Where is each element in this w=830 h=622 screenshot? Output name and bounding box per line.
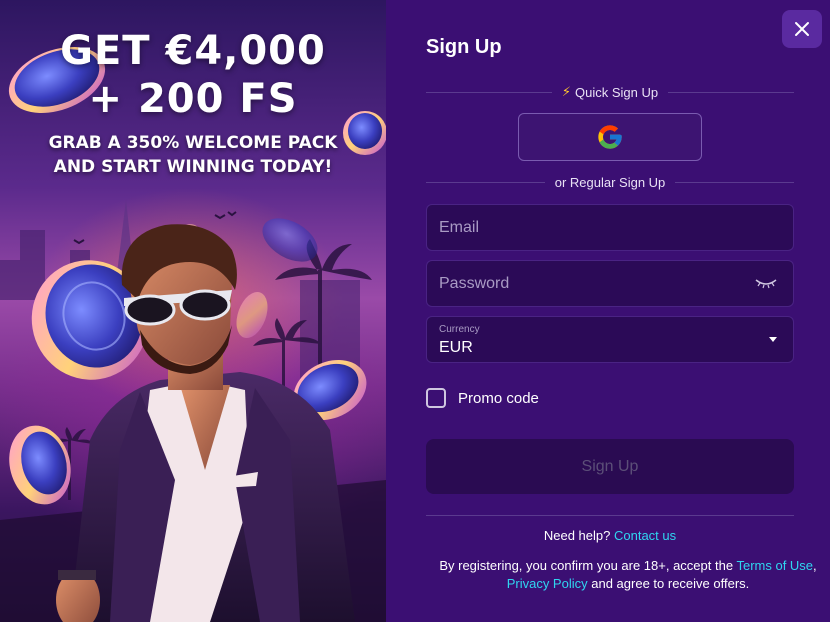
close-button[interactable] bbox=[782, 10, 822, 48]
privacy-policy-link[interactable]: Privacy Policy bbox=[507, 576, 588, 591]
close-icon bbox=[795, 22, 809, 36]
help-label: Need help? bbox=[543, 528, 611, 543]
password-field-container bbox=[426, 260, 794, 307]
promo-code-checkbox[interactable] bbox=[426, 388, 446, 408]
footer-divider bbox=[426, 515, 794, 516]
promo-code-label: Promo code bbox=[458, 389, 539, 407]
legal-suffix: and agree to receive offers. bbox=[591, 576, 750, 591]
password-field[interactable] bbox=[427, 261, 793, 306]
regular-signup-label: or Regular Sign Up bbox=[554, 174, 666, 190]
currency-label: Currency bbox=[439, 324, 480, 335]
email-field[interactable] bbox=[427, 205, 793, 250]
signup-submit-button[interactable]: Sign Up bbox=[426, 439, 794, 494]
promo-subline-2: AND START WINNING TODAY! bbox=[53, 157, 333, 177]
chevron-down-icon bbox=[769, 337, 777, 342]
eye-closed-icon[interactable] bbox=[755, 277, 777, 289]
contact-us-link[interactable]: Contact us bbox=[614, 528, 676, 543]
currency-value: EUR bbox=[439, 339, 473, 356]
google-icon bbox=[598, 125, 622, 149]
signup-title: Sign Up bbox=[426, 36, 502, 58]
quick-signup-divider: ⚡ Quick Sign Up bbox=[426, 82, 795, 102]
promo-headline-spins: + 200 FS bbox=[88, 76, 298, 122]
promo-subline-1: GRAB A 350% WELCOME PACK bbox=[48, 133, 338, 153]
promo-banner: GET €4,000 + 200 FS GRAB A 350% WELCOME … bbox=[0, 0, 386, 622]
currency-select[interactable]: Currency EUR bbox=[426, 316, 794, 363]
signup-panel: Sign Up ⚡ Quick Sign Up or Regular Sign … bbox=[386, 0, 830, 622]
terms-of-use-link[interactable]: Terms of Use bbox=[736, 558, 813, 573]
legal-text: By registering, you confirm you are 18+,… bbox=[439, 558, 817, 591]
promo-code-toggle[interactable]: Promo code bbox=[426, 388, 539, 408]
quick-signup-label: Quick Sign Up bbox=[575, 84, 659, 100]
legal-prefix: By registering, you confirm you are 18+,… bbox=[439, 558, 734, 573]
help-text: Need help? Contact us bbox=[386, 528, 830, 543]
promo-headline-amount: GET €4,000 bbox=[60, 28, 326, 74]
regular-signup-divider: or Regular Sign Up bbox=[426, 172, 794, 192]
lightning-icon: ⚡ bbox=[561, 84, 572, 99]
email-field-container bbox=[426, 204, 794, 251]
google-signup-button[interactable] bbox=[518, 113, 702, 161]
